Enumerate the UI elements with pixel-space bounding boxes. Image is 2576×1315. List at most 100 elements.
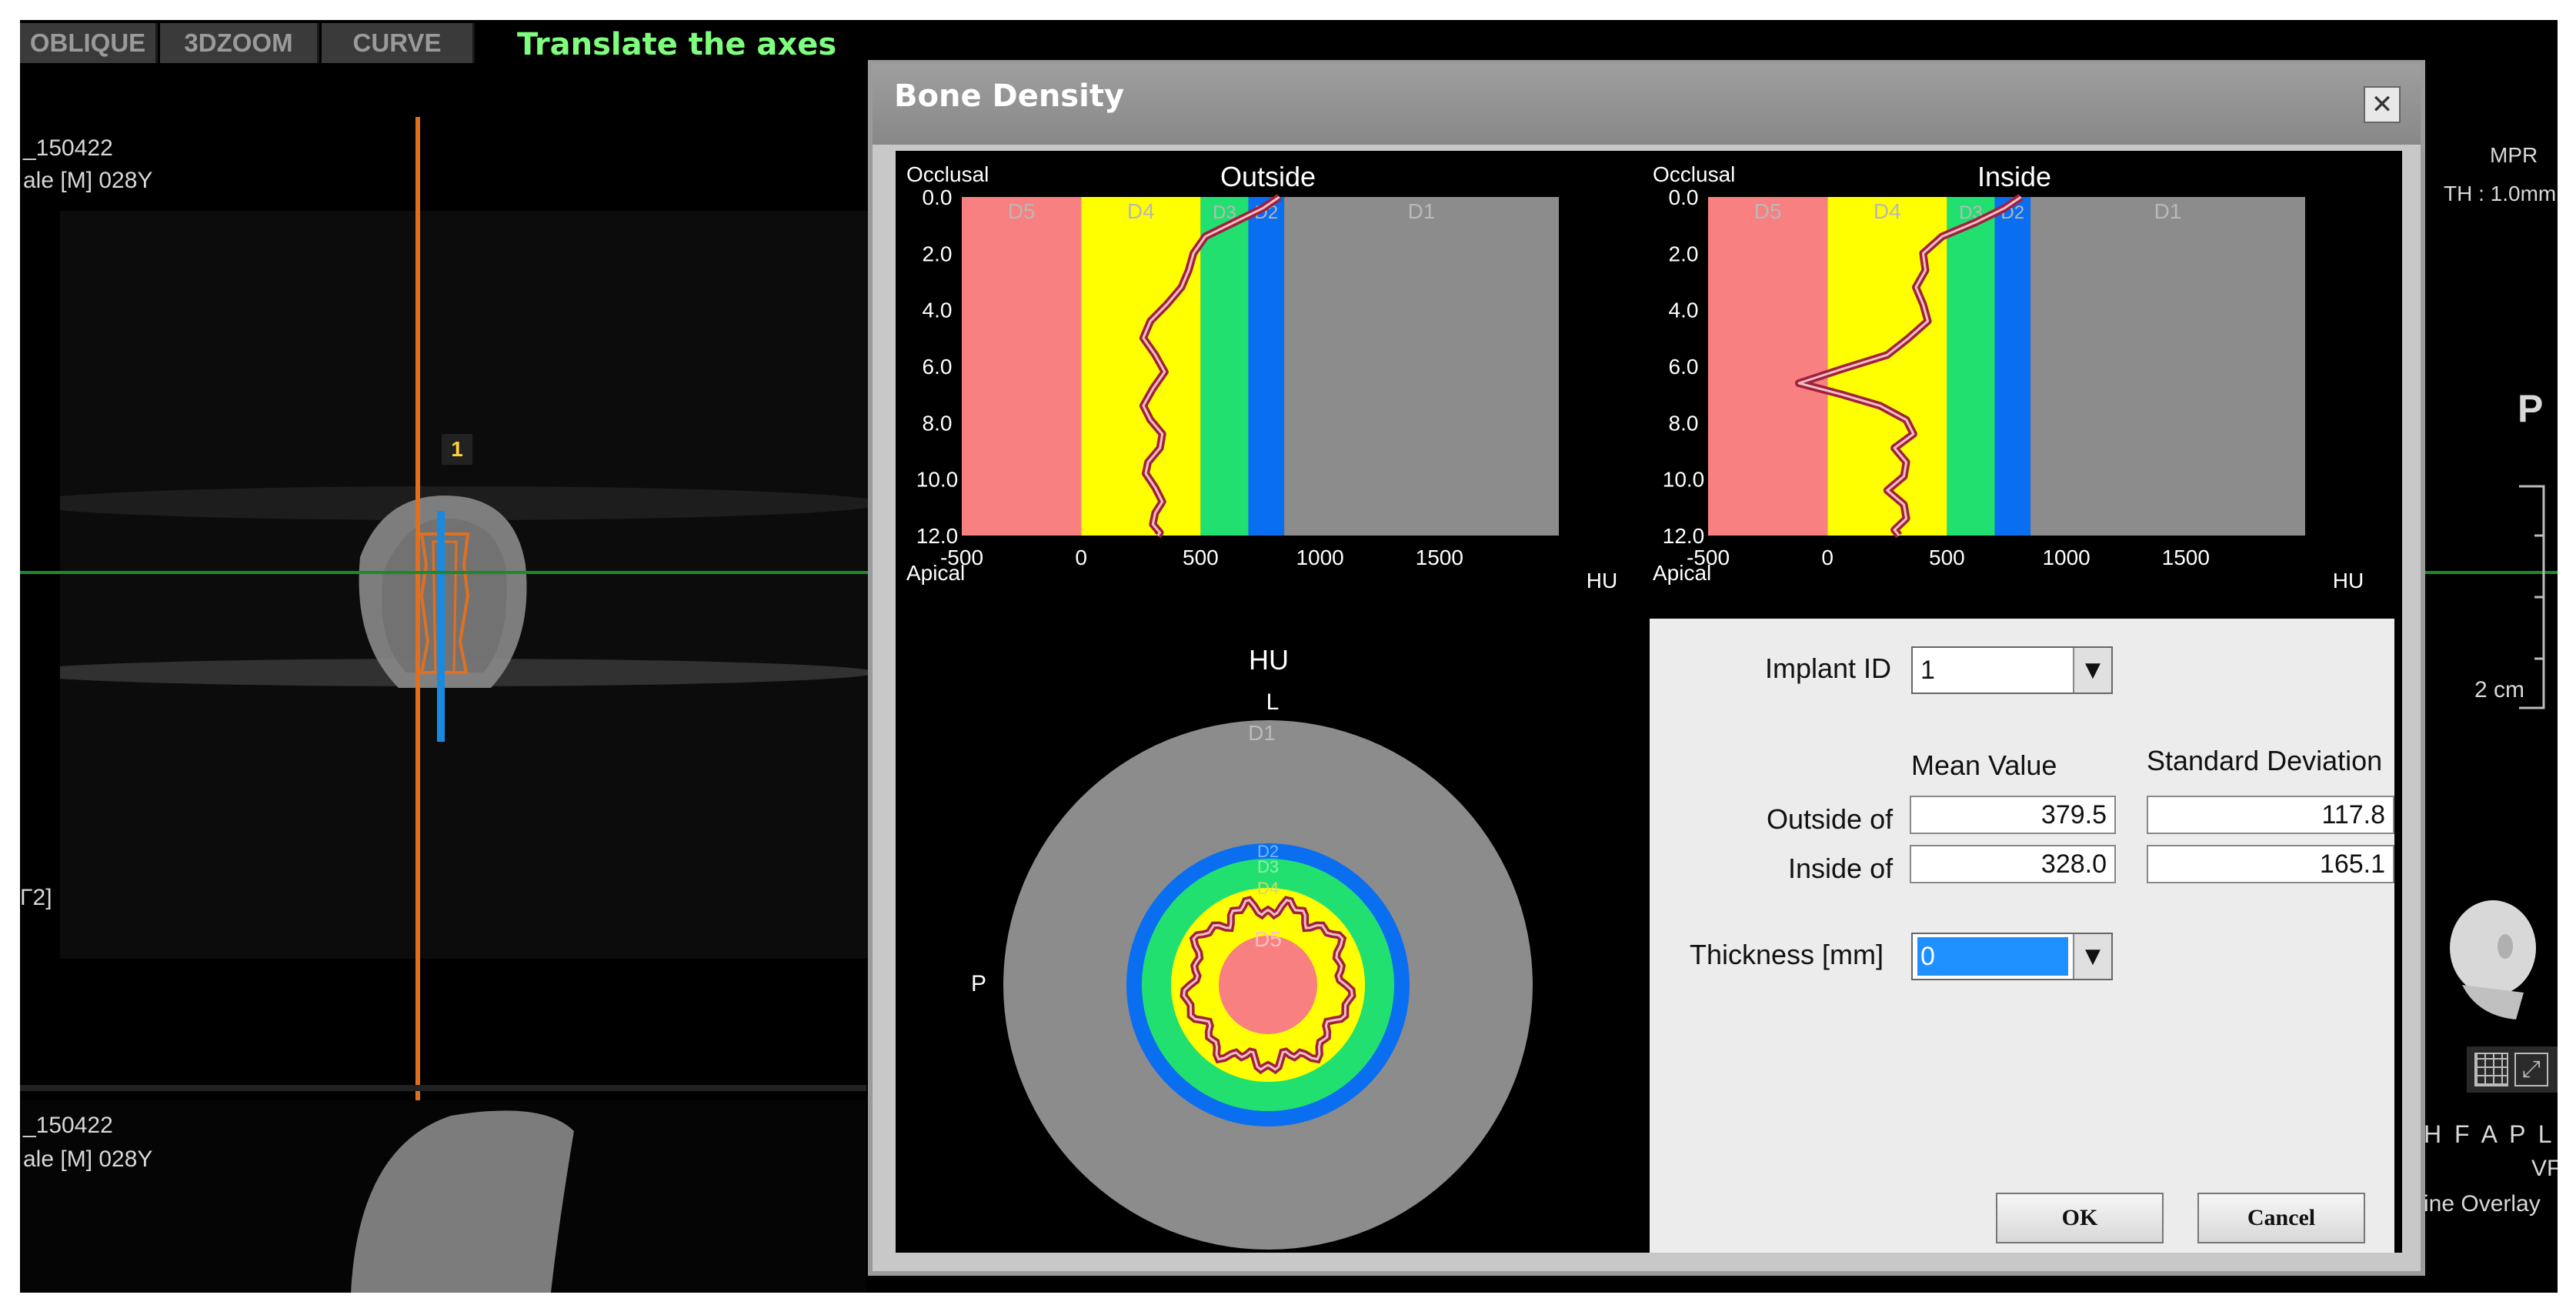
inside-y-tick: 0.0 <box>1669 185 1699 209</box>
patient-id-bottom: _150422 <box>23 1113 113 1138</box>
inside-y-tick: 8.0 <box>1669 411 1699 435</box>
ct-sagittal-image <box>351 1110 574 1293</box>
thickness-value: 0 <box>1917 937 2068 976</box>
bone-density-dialog: Bone Density ✕ D5 D4 D3 D2 D1 0.0 2.0 4.0 6.0 8.0… <box>868 60 2425 1276</box>
outside-y-tick: 10.0 <box>916 468 959 492</box>
zone-label-d1: D1 <box>1248 721 1276 745</box>
outside-band-d2 <box>1248 197 1285 536</box>
chevron-down-icon[interactable]: ▼ <box>2073 648 2111 693</box>
inside-density-chart: D5 D4 D3 D2 D10.02.04.06.08.010.012.0-500 0 50… <box>1653 161 2364 592</box>
zone-label-d5: D5 <box>1254 927 1282 951</box>
outside-y-tick: 12.0 <box>916 524 959 548</box>
inside-y-tick: 2.0 <box>1669 242 1699 265</box>
mode-title: Translate the axes <box>517 27 837 62</box>
zone-label-d3: D3 <box>1257 857 1279 876</box>
zone-label-d4: D4 <box>1257 879 1279 898</box>
radial-density-diagram: HU L P D1 D2 D3 D4 D5 <box>971 644 1533 1250</box>
inside-band-label-d4: D4 <box>1874 199 1901 223</box>
inside-mean-field: 328.0 <box>1910 845 2116 883</box>
close-button[interactable]: ✕ <box>2364 86 2401 123</box>
patient-info-bottom: ale [M] 028Y <box>23 1146 153 1172</box>
inside-x-tick: 1000 <box>2042 546 2090 569</box>
outside-of-label: Outside of <box>1767 803 1894 835</box>
tab-oblique[interactable]: OBLIQUE <box>20 23 158 63</box>
density-stats-panel: Implant ID 1 ▼ Mean Value Standard Devia… <box>1650 619 2394 1253</box>
outside-x-tick: 500 <box>1183 546 1219 569</box>
outside-band-label-d1: D1 <box>1408 199 1436 223</box>
inside-band-d2 <box>1994 197 2031 536</box>
outside-occlusal-label: Occlusal <box>906 162 989 186</box>
inside-x-tick: 500 <box>1929 546 1965 569</box>
grid-layout-icon[interactable] <box>2474 1053 2508 1086</box>
chevron-down-icon[interactable]: ▼ <box>2073 934 2111 979</box>
inside-band-d5 <box>1708 197 1828 536</box>
implant-id-label: Implant ID <box>1765 652 1892 684</box>
outside-y-tick: 8.0 <box>923 411 953 435</box>
tab-curve[interactable]: CURVE <box>322 23 475 63</box>
inside-x-tick: 0 <box>1821 546 1834 569</box>
ct-slice-image <box>60 486 883 742</box>
outside-y-tick: 4.0 <box>923 299 953 322</box>
outside-x-tick: 1000 <box>1296 546 1343 569</box>
standard-deviation-header: Standard Deviation <box>2147 745 2383 776</box>
outside-density-chart: D5 D4 D3 D2 D10.02.04.06.08.010.012.0-500 0 50… <box>906 161 1617 592</box>
inside-apical-label: Apical <box>1653 561 1711 585</box>
outside-band-label-d4: D4 <box>1127 199 1155 223</box>
outside-band-d3 <box>1200 197 1249 536</box>
head-orientation-icon[interactable] <box>2431 893 2547 1023</box>
axial-viewport[interactable] <box>60 211 906 959</box>
mean-value-header: Mean Value <box>1911 749 2057 781</box>
tab-3dzoom[interactable]: 3DZOOM <box>160 23 319 63</box>
scale-label: 2 cm <box>2474 677 2525 703</box>
overlay-label: ine Overlay <box>2424 1191 2541 1217</box>
inside-occlusal-label: Occlusal <box>1653 162 1735 186</box>
patient-info-top: ale [M] 028Y <box>23 168 153 193</box>
cancel-button[interactable]: Cancel <box>2197 1193 2365 1243</box>
patient-id-top: _150422 <box>23 135 113 161</box>
inside-unit-label: HU <box>2333 569 2364 592</box>
inside-chart-title: Inside <box>1977 161 2051 192</box>
radial-label-p: P <box>971 971 986 996</box>
slice-thickness-label: TH : 1.0mm <box>2444 182 2557 205</box>
inside-y-tick: 6.0 <box>1669 355 1699 379</box>
outside-mean-field: 379.5 <box>1910 796 2116 834</box>
inside-band-d1 <box>2030 197 2305 536</box>
outside-sd-field: 117.8 <box>2147 796 2394 834</box>
expand-icon[interactable]: ⤢ <box>2514 1053 2548 1086</box>
outside-x-tick: 0 <box>1075 546 1087 569</box>
implant-id-value: 1 <box>1920 656 1935 685</box>
implant-id-select[interactable]: 1 ▼ <box>1911 646 2113 694</box>
viewer-tool-strip: ⤢ <box>2467 1046 2558 1093</box>
viewport-divider <box>20 1085 866 1091</box>
outside-y-tick: 6.0 <box>923 355 953 379</box>
outside-unit-label: HU <box>1587 569 1617 592</box>
outside-y-tick: 2.0 <box>923 242 953 265</box>
outside-y-tick: 0.0 <box>923 185 953 209</box>
inside-of-label: Inside of <box>1788 853 1894 884</box>
sagittal-viewport[interactable] <box>20 1100 866 1293</box>
outside-band-d4 <box>1081 197 1201 536</box>
thickness-label: Thickness [mm] <box>1690 939 1884 970</box>
outside-chart-title: Outside <box>1220 161 1316 192</box>
ok-button[interactable]: OK <box>1996 1193 2164 1243</box>
inside-y-tick: 12.0 <box>1663 524 1705 548</box>
orientation-letters: H F A P L R <box>2424 1120 2558 1148</box>
inside-x-tick: 1500 <box>2162 546 2210 569</box>
vr-label: VF <box>2531 1156 2558 1181</box>
radial-unit-label: HU <box>1249 644 1289 676</box>
radial-label-l: L <box>1266 689 1280 715</box>
outside-band-d1 <box>1284 197 1559 536</box>
close-icon: ✕ <box>2371 89 2394 120</box>
dialog-title: Bone Density <box>894 78 1125 114</box>
thickness-select[interactable]: 0 ▼ <box>1911 933 2113 980</box>
implant-axis <box>437 511 445 742</box>
inside-band-label-d5: D5 <box>1754 199 1782 223</box>
implant-marker-label: 1 <box>442 434 472 465</box>
outside-apical-label: Apical <box>906 561 965 585</box>
outside-band-d5 <box>962 197 1082 536</box>
outside-x-tick: 1500 <box>1416 546 1463 569</box>
outside-band-label-d5: D5 <box>1008 199 1036 223</box>
inside-y-tick: 10.0 <box>1663 468 1705 492</box>
inside-sd-field: 165.1 <box>2147 845 2394 883</box>
inside-band-d3 <box>1947 197 1995 536</box>
